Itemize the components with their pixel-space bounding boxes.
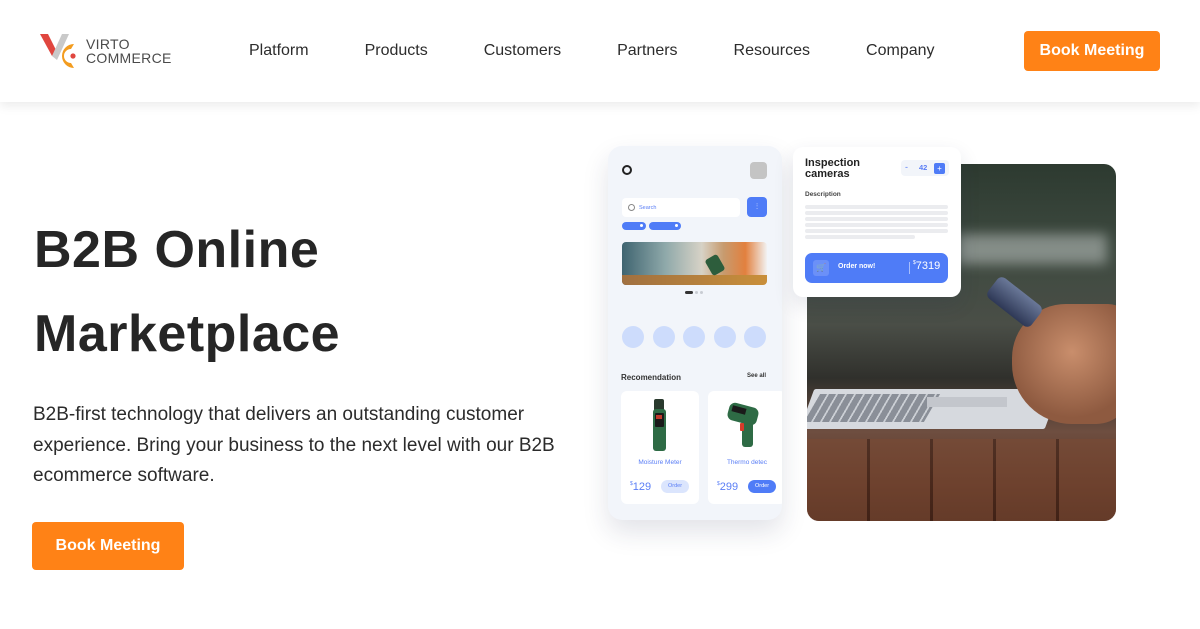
product-name: Moisture Meter [638, 459, 682, 466]
nav-resources[interactable]: Resources [734, 42, 810, 60]
thermo-detector-image [727, 402, 759, 447]
product-price: $129 [630, 481, 651, 493]
hero-title-line2: Marketplace [34, 305, 341, 363]
logo-line2: COMMERCE [86, 50, 172, 66]
plus-icon[interactable]: + [934, 163, 945, 174]
price-value: 129 [632, 481, 652, 493]
banner-window-sill [622, 275, 767, 285]
photo-background-blur [957, 234, 1107, 264]
chip-close-icon[interactable] [640, 224, 643, 227]
order-now-button[interactable]: 🛒 Order now! $7319 [805, 253, 948, 283]
nav-customers[interactable]: Customers [484, 42, 561, 60]
app-search-input[interactable]: Search [622, 198, 740, 217]
description-placeholder-line [805, 235, 915, 239]
product-order-button[interactable]: Order [661, 480, 689, 493]
product-card[interactable]: Moisture Meter $129 Order [621, 391, 699, 504]
photo-wooden-table [807, 439, 1116, 521]
detail-product-title: Inspection cameras [805, 157, 861, 180]
cart-icon: 🛒 [813, 260, 829, 276]
app-search-placeholder: Search [639, 204, 657, 211]
pagination-dot[interactable] [695, 291, 698, 294]
category-circle[interactable] [744, 326, 766, 348]
price-value: 299 [719, 481, 739, 493]
category-circle[interactable] [653, 326, 675, 348]
divider [909, 262, 910, 274]
main-nav: Platform Products Customers Partners Res… [249, 42, 935, 60]
nav-company[interactable]: Company [866, 42, 934, 60]
moisture-meter-image [653, 399, 666, 451]
product-card[interactable]: Thermo detec $299 Order [708, 391, 782, 504]
quantity-stepper[interactable]: - 42 + [901, 160, 949, 176]
order-now-label: Order now! [838, 263, 876, 270]
description-label: Description [805, 191, 841, 198]
filter-sliders-icon[interactable]: ⫶ [747, 197, 767, 217]
category-circle[interactable] [683, 326, 705, 348]
logo[interactable]: VIRTO COMMERCE [38, 30, 178, 72]
search-icon [628, 204, 635, 211]
banner-pagination-dots [685, 291, 703, 294]
app-banner-image[interactable] [622, 242, 767, 285]
quantity-value: 42 [919, 163, 928, 172]
virto-logo-icon [40, 34, 76, 68]
photo-laptop-trackpad [927, 397, 1007, 407]
product-detail-card: Inspection cameras - 42 + Description 🛒 … [793, 147, 961, 297]
logo-wordmark: VIRTO COMMERCE [86, 37, 172, 65]
hero-title: B2B Online Marketplace [34, 208, 340, 376]
app-avatar[interactable] [750, 162, 767, 179]
filter-chip[interactable] [622, 222, 646, 230]
detail-price: $7319 [913, 260, 940, 272]
logo-line1: VIRTO [86, 36, 130, 52]
header-book-meeting-button[interactable]: Book Meeting [1024, 31, 1160, 71]
hero-title-line1: B2B Online [34, 221, 320, 279]
see-all-link[interactable]: See all [747, 373, 766, 379]
hero-book-meeting-button[interactable]: Book Meeting [32, 522, 184, 570]
minus-icon[interactable]: - [905, 162, 908, 172]
phone-app-mockup: Search ⫶ Recomendation See all Moisture … [608, 146, 782, 520]
banner-tool-image [704, 253, 726, 277]
photo-laptop-keyboard [807, 394, 941, 422]
nav-platform[interactable]: Platform [249, 42, 309, 60]
description-placeholder-line [805, 211, 948, 215]
site-header: VIRTO COMMERCE Platform Products Custome… [0, 0, 1200, 102]
product-order-button[interactable]: Order [748, 480, 776, 493]
product-price: $299 [717, 481, 738, 493]
description-placeholder-line [805, 217, 948, 221]
filter-chip[interactable] [649, 222, 681, 230]
product-name: Thermo detec [726, 459, 768, 466]
description-placeholder-line [805, 223, 948, 227]
description-placeholder-line [805, 205, 948, 209]
pagination-dot[interactable] [700, 291, 703, 294]
nav-products[interactable]: Products [365, 42, 428, 60]
hero-description: B2B-first technology that delivers an ou… [33, 404, 555, 486]
pagination-dot-active[interactable] [685, 291, 693, 294]
category-circle[interactable] [714, 326, 736, 348]
app-logo-ring-icon [622, 165, 632, 175]
description-placeholder-line [805, 229, 948, 233]
chip-close-icon[interactable] [675, 224, 678, 227]
recommendation-title: Recomendation [621, 373, 682, 382]
category-circle[interactable] [622, 326, 644, 348]
price-value: 7319 [915, 260, 941, 272]
nav-partners[interactable]: Partners [617, 42, 677, 60]
